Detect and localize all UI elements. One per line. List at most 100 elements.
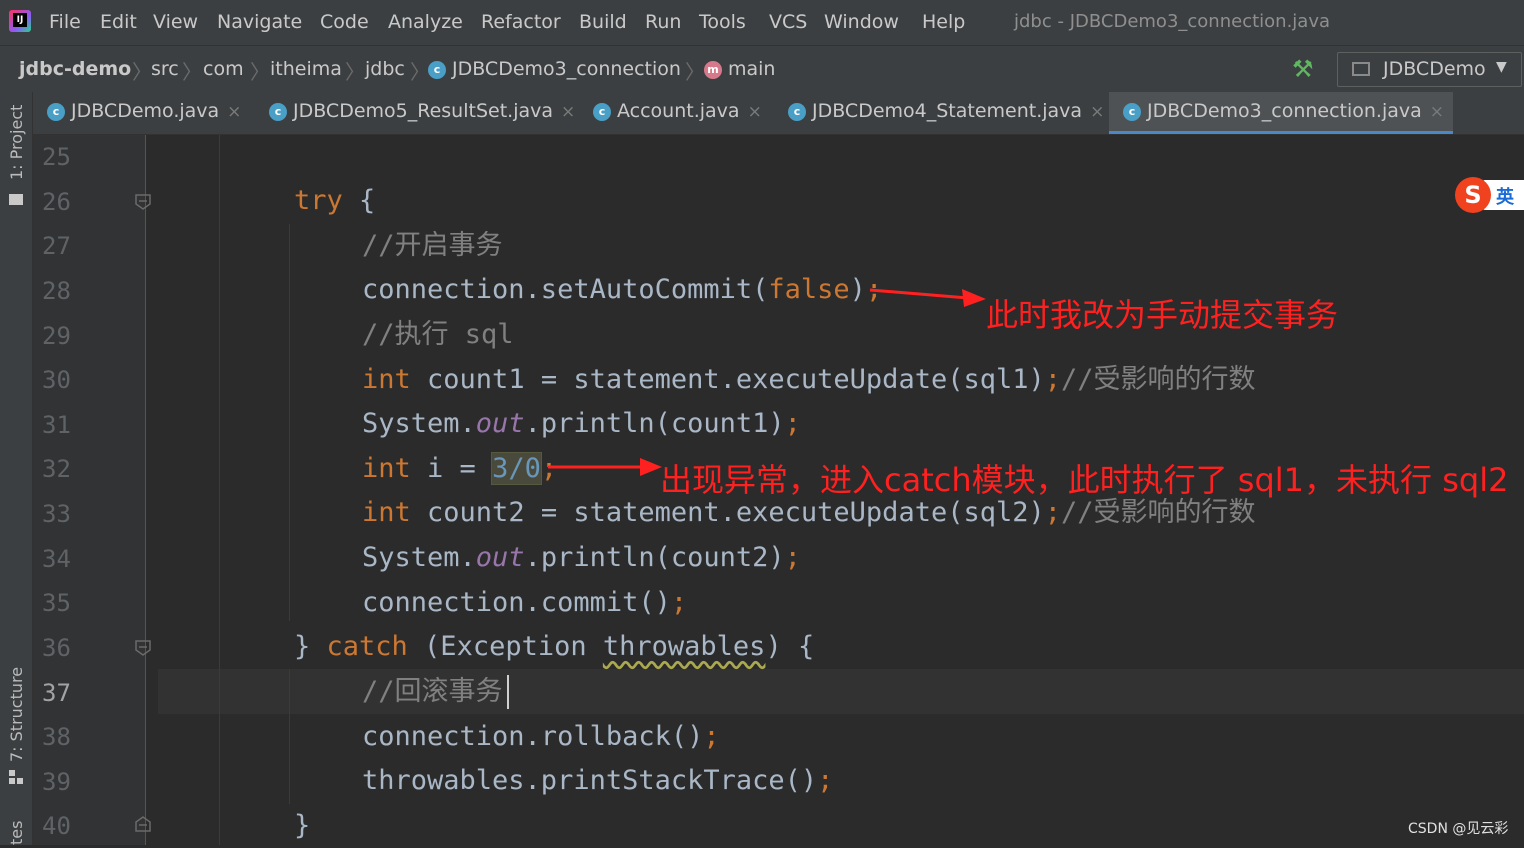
menu-edit[interactable]: Edit [100, 11, 137, 33]
line-number: 30 [42, 366, 71, 394]
semicolon: ; [1044, 364, 1062, 395]
run-configuration-selector[interactable]: JDBCDemo ▼ [1337, 52, 1522, 87]
build-hammer-icon[interactable]: ⚒ [1292, 56, 1320, 82]
class-icon: c [788, 103, 806, 121]
navigation-bar: jdbc-demo 〉 src 〉 com 〉 itheima 〉 jdbc 〉… [0, 45, 1524, 94]
code-line-31: System.out.println(count1); [362, 401, 801, 446]
highlighted-expression: 3/0 [491, 452, 542, 485]
code-comment: //受影响的行数 [1061, 364, 1256, 395]
line-number: 27 [42, 232, 71, 260]
line-number: 35 [42, 589, 71, 617]
breadcrumb-src[interactable]: src [151, 58, 179, 80]
indent-guide [289, 224, 290, 621]
line-number: 26 [42, 188, 71, 216]
close-icon[interactable]: × [1090, 102, 1104, 122]
tab-jdbcdemo5-resultset[interactable]: c JDBCDemo5_ResultSet.java × [255, 92, 579, 134]
menu-vcs[interactable]: VCS [769, 11, 807, 33]
fold-end-marker-icon[interactable] [134, 815, 152, 833]
fold-marker-icon[interactable] [134, 639, 152, 657]
tab-account[interactable]: c Account.java × [579, 92, 773, 134]
chevron-down-icon: ▼ [1496, 59, 1507, 75]
breadcrumb-class-label: JDBCDemo3_connection [452, 58, 681, 80]
breadcrumb-com[interactable]: com [203, 58, 244, 80]
breadcrumb-separator-icon: 〉 [250, 60, 270, 84]
close-icon[interactable]: × [1430, 102, 1444, 122]
menu-view[interactable]: View [153, 11, 198, 33]
close-icon[interactable]: × [748, 102, 762, 122]
code-line-37: //回滚事务 [362, 669, 503, 714]
code-line-38: connection.rollback(); [362, 714, 720, 759]
breadcrumb-class[interactable]: c JDBCDemo3_connection [428, 58, 681, 80]
breadcrumb-method[interactable]: m main [704, 58, 775, 80]
close-icon[interactable]: × [227, 102, 241, 122]
structure-tool-window-button[interactable]: 7: Structure [7, 667, 26, 762]
code-text: count2 = statement.executeUpdate(sql2) [410, 497, 1045, 528]
close-icon[interactable]: × [561, 102, 575, 122]
tab-jdbcdemo3-connection[interactable]: c JDBCDemo3_connection.java × [1109, 92, 1453, 134]
breadcrumb-itheima[interactable]: itheima [270, 58, 342, 80]
semicolon: ; [703, 721, 720, 752]
menu-code[interactable]: Code [320, 11, 369, 33]
text-caret [507, 675, 509, 709]
code-comment: //受影响的行数 [1061, 497, 1256, 528]
breadcrumb-separator-icon: 〉 [182, 60, 202, 84]
sogou-logo-icon: S [1455, 177, 1491, 213]
tab-jdbcdemo4-statement[interactable]: c JDBCDemo4_Statement.java × [774, 92, 1107, 134]
line-number: 38 [42, 723, 71, 751]
tab-label: JDBCDemo5_ResultSet.java [293, 100, 553, 122]
line-number: 28 [42, 277, 71, 305]
menu-analyze[interactable]: Analyze [388, 11, 463, 33]
tab-label: Account.java [617, 100, 740, 122]
left-tool-strip: 1: Project 7: Structure tes [0, 92, 33, 845]
folder-icon [9, 194, 23, 205]
input-method-badge[interactable]: 英 S [1455, 175, 1524, 215]
code-text: connection.commit() [362, 587, 671, 618]
class-icon: c [428, 61, 446, 79]
annotation-exception: 出现异常，进入catch模块，此时执行了 sql1，未执行 sql2 [660, 461, 1509, 499]
code-text: connection.rollback() [362, 721, 704, 752]
breadcrumb-method-label: main [728, 58, 776, 80]
breadcrumb-project[interactable]: jdbc-demo [19, 58, 131, 80]
static-field: out [475, 542, 525, 573]
breadcrumb-separator-icon: 〉 [685, 60, 705, 84]
tab-label: JDBCDemo.java [71, 100, 220, 122]
keyword-false: false [768, 274, 850, 305]
menu-bar: File Edit View Navigate Code Analyze Ref… [0, 0, 1524, 45]
tab-label: JDBCDemo4_Statement.java [812, 100, 1083, 122]
code-line-28: connection.setAutoCommit(false); [362, 267, 882, 312]
keyword-int: int [362, 497, 411, 528]
window-title: jdbc - JDBCDemo3_connection.java [1014, 11, 1331, 32]
line-number: 25 [42, 143, 71, 171]
application-icon [1352, 62, 1370, 76]
breadcrumb-separator-icon: 〉 [132, 60, 152, 84]
code-line-26: try { [294, 178, 375, 223]
semicolon: ; [670, 587, 688, 618]
breadcrumb-separator-icon: 〉 [345, 60, 365, 84]
menu-help[interactable]: Help [922, 11, 965, 33]
favorites-tool-window-button[interactable]: tes [7, 821, 26, 845]
class-icon: c [269, 103, 287, 121]
menu-build[interactable]: Build [579, 11, 627, 33]
intellij-logo-icon [9, 10, 31, 32]
tab-jdbcdemo[interactable]: c JDBCDemo.java × [33, 92, 255, 134]
code-text: ) [849, 274, 866, 305]
menu-file[interactable]: File [49, 11, 81, 33]
code-text: { [342, 185, 376, 216]
annotation-manual-commit: 此时我改为手动提交事务 [986, 296, 1339, 334]
project-tool-window-button[interactable]: 1: Project [7, 105, 26, 180]
line-number: 37 [42, 679, 71, 707]
menu-tools[interactable]: Tools [699, 11, 746, 33]
code-text: connection.setAutoCommit( [362, 274, 769, 305]
menu-window[interactable]: Window [824, 11, 899, 33]
keyword-catch: catch [326, 631, 408, 662]
line-number: 39 [42, 768, 71, 796]
code-comment: //回滚事务 [362, 676, 503, 707]
code-line-36: } catch (Exception throwables) { [294, 624, 814, 669]
fold-marker-icon[interactable] [134, 193, 152, 211]
breadcrumb-jdbc[interactable]: jdbc [365, 58, 405, 80]
line-number: 36 [42, 634, 71, 662]
menu-refactor[interactable]: Refactor [481, 11, 561, 33]
menu-navigate[interactable]: Navigate [217, 11, 302, 33]
structure-icon [9, 770, 23, 784]
menu-run[interactable]: Run [645, 11, 681, 33]
